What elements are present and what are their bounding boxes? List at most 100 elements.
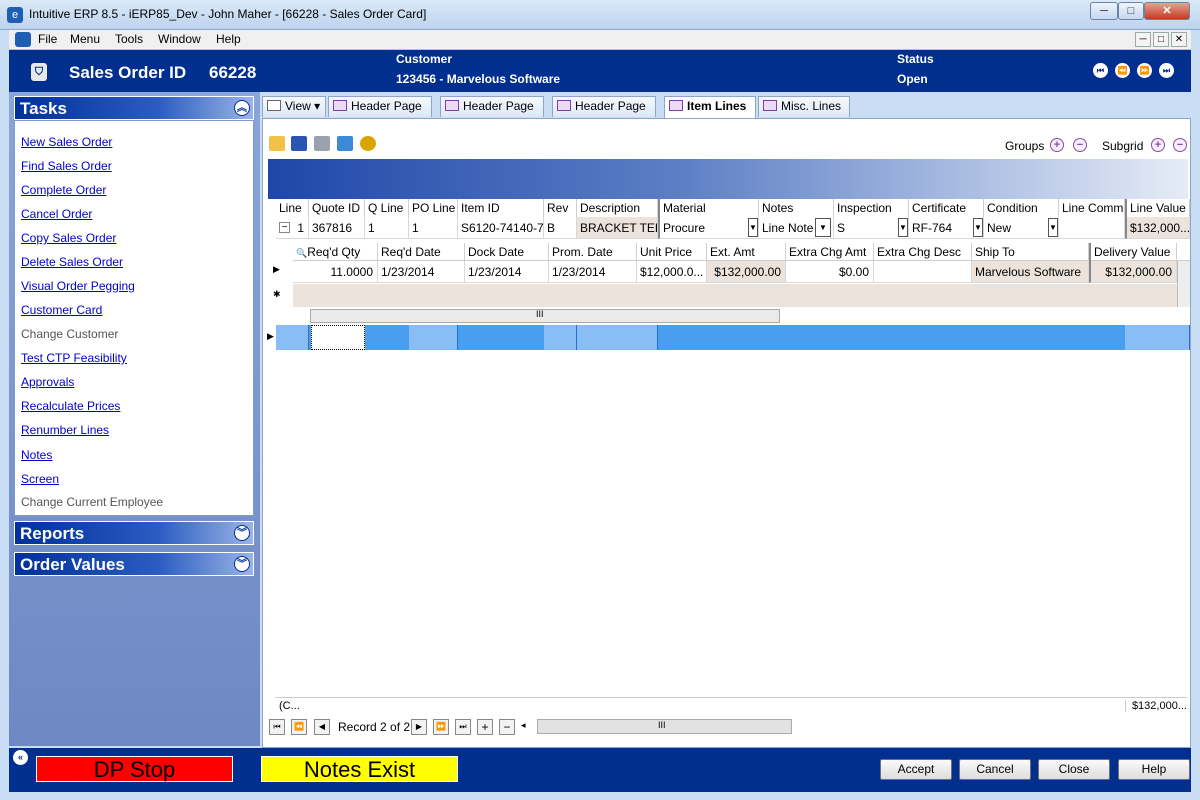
previous-record-button[interactable]: ◀ [314,719,330,735]
print-icon[interactable] [314,136,330,151]
col-header-material[interactable]: Material [658,199,759,217]
maximize-button[interactable]: □ [1118,2,1144,20]
col-header-ship-to[interactable]: Ship To [972,243,1089,261]
reports-section-header[interactable]: Reports ︾ [14,521,254,545]
col-header-reqd-qty[interactable]: 🔍Req'd Qty [293,243,378,261]
col-header-line-comment[interactable]: Line Comment [1059,199,1125,217]
cell-q-line[interactable]: 1 [365,217,409,239]
order-values-section-header[interactable]: Order Values ︾ [14,552,254,576]
col-header-quote-id[interactable]: Quote ID [309,199,365,217]
task-delete-sales-order[interactable]: Delete Sales Order [21,255,123,269]
new-row-cell[interactable] [544,325,577,350]
table-row[interactable]: −1 367816 1 1 S6120-74140-7 B BRACKET TE… [276,217,1190,239]
col-header-dock-date[interactable]: Dock Date [465,243,549,261]
chevron-up-icon[interactable]: ︽ [234,100,250,116]
cell-material[interactable]: Procure ▼ [658,217,759,239]
cell-quote-id[interactable]: 367816 [309,217,365,239]
tab-misc-lines[interactable]: Misc. Lines [758,96,850,117]
cell-rev[interactable]: B [544,217,577,239]
new-row-active-cell[interactable] [311,325,365,350]
task-recalculate-prices[interactable]: Recalculate Prices [21,399,120,413]
cell-delivery-value[interactable]: $132,000.00 [1089,261,1177,283]
accept-button[interactable]: Accept [880,759,952,780]
cell-extra-chg-amt[interactable]: $0.00 [786,261,874,283]
cell-reqd-date[interactable]: 1/23/2014 [378,261,465,283]
col-header-reqd-date[interactable]: Req'd Date [378,243,465,261]
grid-new-row[interactable] [276,325,1190,350]
tab-header-page-1[interactable]: Header Page 1 [328,96,432,132]
settings-gear-icon[interactable] [360,136,376,151]
new-row-cell[interactable] [276,325,309,350]
task-approvals[interactable]: Approvals [21,375,74,389]
next-page-button[interactable]: ⏩ [433,719,449,735]
cell-condition[interactable]: New ▼ [984,217,1059,239]
menu-menu[interactable]: Menu [70,32,100,46]
tab-header-page-2[interactable]: Header Page 2 [440,96,544,132]
new-row-cell[interactable] [409,325,458,350]
close-window-button[interactable]: ✕ [1144,2,1190,20]
subgrid-row[interactable]: 11.0000 1/23/2014 1/23/2014 1/23/2014 $1… [293,261,1190,284]
next-record-icon[interactable]: ⏩ [1137,63,1152,78]
cell-ext-amt[interactable]: $132,000.00 [707,261,786,283]
col-header-delivery-value[interactable]: Delivery Value [1089,243,1177,261]
last-record-button[interactable]: ⏭ [455,719,471,735]
tasks-section-header[interactable]: Tasks ︽ [14,96,254,120]
chevron-left-icon[interactable]: « [13,750,28,765]
subgrid-horizontal-scrollbar[interactable]: III [310,309,780,323]
col-header-extra-chg-desc[interactable]: Extra Chg Desc [874,243,972,261]
open-folder-icon[interactable] [269,136,285,151]
tab-header-page-3[interactable]: Header Page 3 [552,96,656,132]
col-header-rev[interactable]: Rev [544,199,577,217]
task-notes[interactable]: Notes [21,448,52,462]
cell-extra-chg-desc[interactable] [874,261,972,283]
minimize-button[interactable]: ─ [1090,2,1118,20]
mdi-restore-button[interactable]: □ [1153,32,1169,47]
cell-reqd-qty[interactable]: 11.0000 [293,261,378,283]
save-icon[interactable] [291,136,307,151]
tab-item-lines[interactable]: Item Lines [664,96,756,118]
cell-prom-date[interactable]: 1/23/2014 [549,261,637,283]
add-record-button[interactable]: + [477,719,493,735]
mdi-minimize-button[interactable]: ─ [1135,32,1151,47]
dropdown-arrow-icon[interactable]: ▼ [748,218,758,237]
chevron-down-icon[interactable]: ︾ [234,556,250,572]
col-header-po-line[interactable]: PO Line [409,199,458,217]
menu-window[interactable]: Window [158,32,201,46]
col-header-notes[interactable]: Notes [759,199,834,217]
previous-page-button[interactable]: ⏪ [291,719,307,735]
col-header-ext-amt[interactable]: Ext. Amt [707,243,786,261]
groups-remove-icon[interactable]: − [1073,138,1087,152]
subgrid-add-icon[interactable]: + [1151,138,1165,152]
scroll-left-icon[interactable]: ◂ [521,720,526,731]
dropdown-arrow-icon[interactable]: ▼ [815,218,831,237]
subgrid-new-row[interactable] [293,284,1177,307]
cell-line-value[interactable]: $132,000.... [1125,217,1190,239]
delete-record-button[interactable]: − [499,719,515,735]
edit-icon[interactable] [337,136,353,151]
cell-notes[interactable]: Line Note ▼ [759,217,834,239]
cell-item-id[interactable]: S6120-74140-7 [458,217,544,239]
task-find-sales-order[interactable]: Find Sales Order [21,159,112,173]
task-complete-order[interactable]: Complete Order [21,183,106,197]
task-customer-card[interactable]: Customer Card [21,303,102,317]
collapse-row-icon[interactable]: − [279,222,290,233]
col-header-q-line[interactable]: Q Line [365,199,409,217]
col-header-description[interactable]: Description [577,199,658,217]
col-header-condition[interactable]: Condition [984,199,1059,217]
dropdown-arrow-icon[interactable]: ▼ [898,218,908,237]
new-row-cell[interactable] [577,325,658,350]
mdi-close-button[interactable]: ✕ [1171,32,1187,47]
col-header-item-id[interactable]: Item ID [458,199,544,217]
col-header-unit-price[interactable]: Unit Price [637,243,707,261]
scrollbar-grip[interactable]: III [536,309,544,319]
col-header-prom-date[interactable]: Prom. Date [549,243,637,261]
first-record-button[interactable]: ⏮ [269,719,285,735]
dropdown-arrow-icon[interactable]: ▼ [1048,218,1058,237]
menu-help[interactable]: Help [216,32,241,46]
first-record-icon[interactable]: ⏮ [1093,63,1108,78]
last-record-icon[interactable]: ⏭ [1159,63,1174,78]
col-header-certificate[interactable]: Certificate [909,199,984,217]
subgrid-vertical-scrollbar[interactable] [1177,261,1190,307]
task-renumber-lines[interactable]: Renumber Lines [21,423,109,437]
cell-description[interactable]: BRACKET TEE [577,217,658,239]
